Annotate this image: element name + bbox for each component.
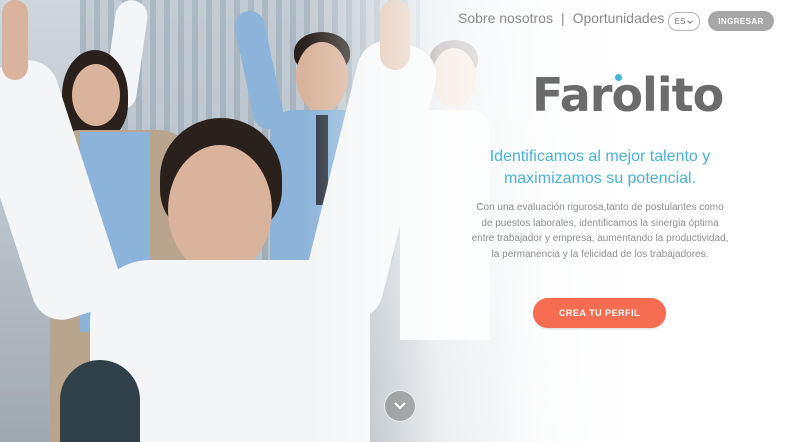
chevron-down-icon — [394, 402, 406, 410]
hero-headline: Identificamos al mejor talento y maximiz… — [470, 146, 730, 190]
chevron-down-icon — [687, 19, 694, 24]
top-nav: Sobre nosotros | Oportunidades — [458, 10, 664, 26]
hero-headline-line1: Identificamos al mejor talento y — [489, 148, 711, 165]
logo-accent-dot — [615, 74, 622, 81]
login-button[interactable]: INGRESAR — [708, 11, 774, 31]
hero-headline-line2: maximizamos su potencial. — [503, 170, 697, 187]
landing-page: Sobre nosotros | Oportunidades ES INGRES… — [0, 0, 800, 442]
create-profile-button[interactable]: CREA TU PERFIL — [533, 298, 666, 328]
hero-description: Con una evaluación rigurosa,tanto de pos… — [471, 202, 729, 260]
brand-logo: Farolito — [532, 68, 724, 122]
nav-link-about[interactable]: Sobre nosotros — [458, 10, 553, 26]
language-selected: ES — [674, 17, 686, 26]
nav-separator: | — [560, 10, 565, 26]
nav-link-opportunities[interactable]: Oportunidades — [573, 10, 665, 26]
language-selector[interactable]: ES — [668, 12, 700, 31]
scroll-down-button[interactable] — [384, 390, 416, 422]
